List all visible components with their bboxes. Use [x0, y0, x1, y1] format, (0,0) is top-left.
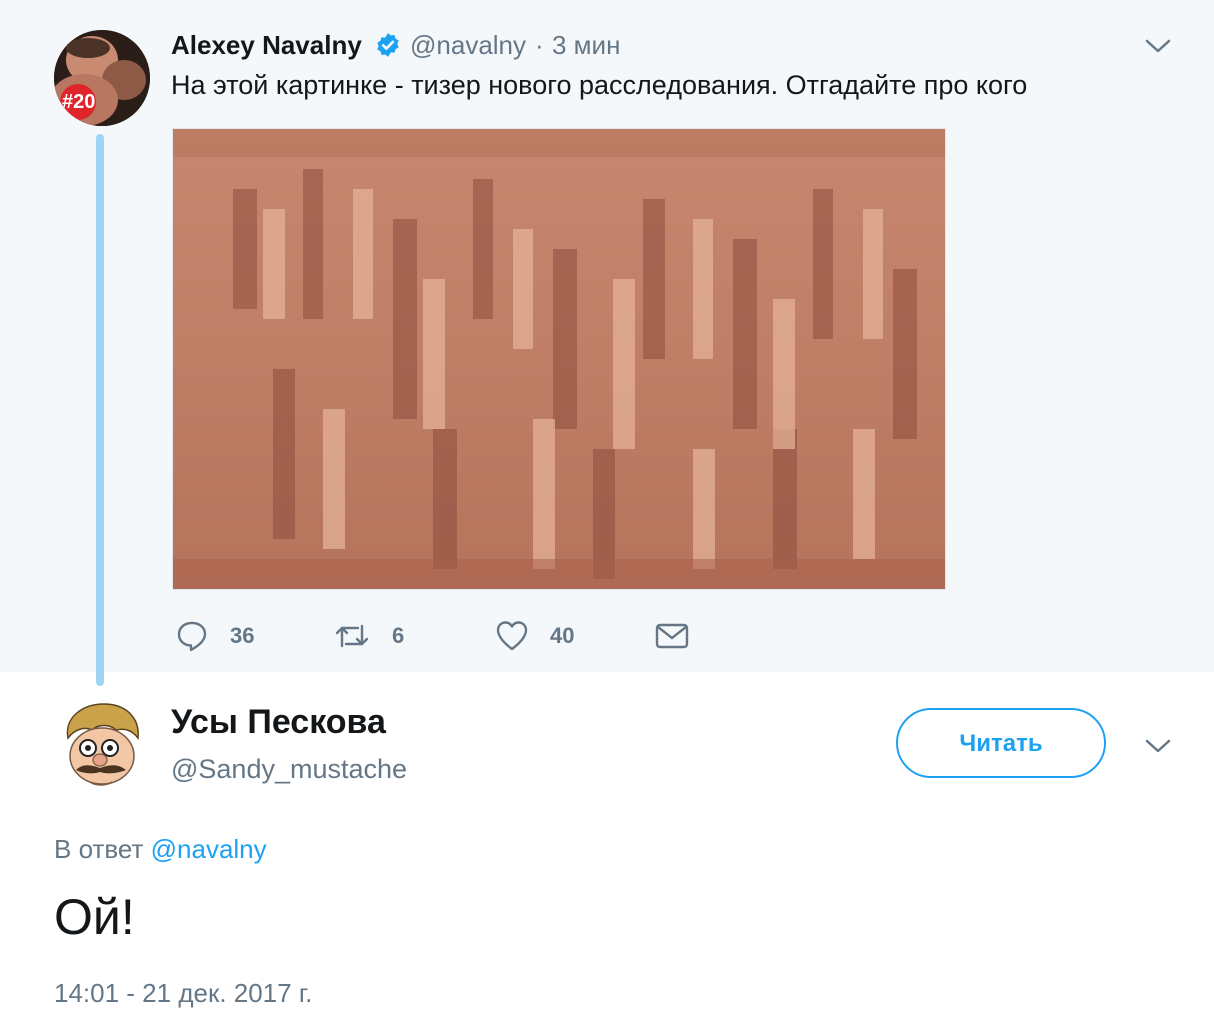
reply-timestamp[interactable]: 14:01 - 21 дек. 2017 г.: [54, 978, 312, 1009]
like-action[interactable]: 40: [496, 618, 574, 654]
replying-to-line: В ответ @navalny: [54, 834, 267, 865]
reply-icon[interactable]: [176, 620, 208, 652]
sandy-mustache-avatar[interactable]: [54, 698, 150, 794]
message-icon[interactable]: [655, 622, 689, 650]
follow-button[interactable]: Читать: [896, 708, 1106, 778]
like-icon[interactable]: [496, 620, 528, 652]
chevron-down-icon[interactable]: [1143, 736, 1173, 756]
navalny-avatar[interactable]: #20: [54, 30, 150, 126]
parent-time[interactable]: 3 мин: [552, 30, 620, 61]
parent-tweet-text: На этой картинке - тизер нового расследо…: [171, 70, 1028, 100]
separator-dot: ·: [535, 30, 544, 60]
reply-to-handle-link[interactable]: @navalny: [151, 834, 267, 864]
reply-action[interactable]: 36: [176, 618, 254, 654]
like-count: 40: [550, 623, 575, 648]
avatar-badge: #20: [62, 91, 96, 113]
retweet-icon[interactable]: [334, 620, 370, 652]
tweet-media-image[interactable]: [172, 128, 946, 590]
reply-tweet-text: Ой!: [54, 889, 135, 945]
direct-message-action[interactable]: [655, 618, 689, 654]
parent-author-name[interactable]: Alexey Navalny: [171, 30, 362, 61]
thread-connector-line: [96, 134, 104, 686]
parent-handle[interactable]: @navalny: [410, 30, 526, 61]
reply-author-name[interactable]: Усы Пескова: [171, 703, 386, 742]
verified-badge-icon: [377, 33, 399, 57]
reply-count: 36: [230, 623, 255, 648]
reply-handle[interactable]: @Sandy_mustache: [171, 754, 407, 785]
reply-prefix: В ответ: [54, 834, 144, 864]
chevron-down-icon[interactable]: [1143, 36, 1173, 56]
retweet-action[interactable]: 6: [334, 618, 404, 654]
retweet-count: 6: [392, 623, 405, 648]
